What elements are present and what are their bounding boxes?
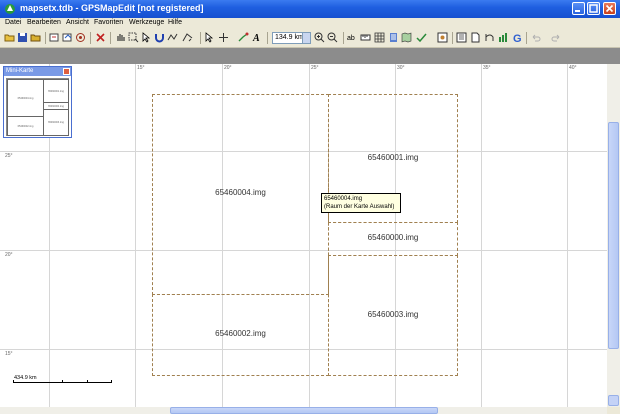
arrow-tool-icon[interactable] [141, 32, 152, 43]
mini-map-tile-label: 65460004.img [17, 97, 34, 100]
text-tool-icon[interactable]: A [252, 32, 263, 43]
mini-map-tile-label: 65460003.img [48, 121, 64, 124]
menu-werkzeuge[interactable]: Werkzeuge [129, 19, 164, 26]
menu-datei[interactable]: Datei [5, 19, 21, 26]
mini-map-body[interactable]: 65460004.img 65460001.img 65460000.img 6… [6, 78, 69, 136]
map-header-strip [0, 48, 620, 64]
tooltip-line1: 65460004.img [324, 196, 363, 202]
map-tile[interactable]: 65460003.img [328, 255, 458, 376]
mini-map-tile-label: 65460002.img [17, 125, 34, 128]
google-icon[interactable]: G [512, 32, 523, 43]
coord-label: 20° [5, 252, 13, 258]
route-tool-icon[interactable] [238, 32, 249, 43]
save-icon[interactable] [17, 32, 28, 43]
coord-label: 25° [5, 153, 13, 159]
open-folder-icon[interactable] [4, 32, 15, 43]
gps-icon[interactable] [75, 32, 86, 43]
polyline-icon[interactable] [167, 32, 178, 43]
scroll-down-icon[interactable] [608, 395, 619, 406]
menu-bearbeiten[interactable]: Bearbeiten [27, 19, 61, 26]
chevron-down-icon [302, 33, 310, 43]
mini-map-close-icon[interactable] [63, 68, 70, 75]
mini-map-tile-label: 65460001.img [48, 90, 64, 93]
app-icon [4, 3, 16, 15]
scale-select[interactable]: 134.9 km [272, 32, 311, 44]
map-tile[interactable]: 65460000.img [328, 222, 458, 256]
map-icon[interactable] [401, 32, 412, 43]
scale-select-value: 134.9 km [275, 34, 304, 41]
close-button[interactable] [603, 2, 616, 15]
scale-bar-label: 434.9 km [14, 375, 37, 381]
tile-label: 65460004.img [215, 188, 266, 197]
scroll-corner [607, 407, 620, 414]
route-alt-icon[interactable] [484, 32, 495, 43]
cursor-plus-icon[interactable] [204, 32, 215, 43]
mini-map-title: Mini-Karte [6, 68, 34, 74]
undo-icon[interactable] [530, 32, 541, 43]
waypoint-icon[interactable] [437, 32, 448, 43]
zoom-in-icon[interactable] [314, 32, 325, 43]
label-ab-icon[interactable]: ab [347, 32, 358, 43]
mini-map-window[interactable]: Mini-Karte 65460004.img 65460001.img 654… [3, 66, 72, 138]
horizontal-scrollbar[interactable] [0, 407, 607, 414]
map-tile[interactable]: 65460002.img [152, 294, 329, 376]
coord-label: 40° [569, 65, 577, 71]
ruler-icon[interactable] [360, 32, 371, 43]
folder-icon[interactable] [30, 32, 41, 43]
polygon-edit-icon[interactable] [182, 32, 193, 43]
map-canvas[interactable]: 15° 20° 25° 30° 35° 40° 25° 20° 15° 6546… [0, 64, 607, 407]
layers-icon[interactable] [388, 32, 399, 43]
horizontal-scroll-thumb[interactable] [170, 407, 438, 414]
svg-text:A: A [252, 33, 260, 43]
page-icon[interactable] [470, 32, 481, 43]
mini-map-titlebar[interactable]: Mini-Karte [4, 67, 71, 76]
tile-label: 65460000.img [367, 233, 419, 242]
chart-icon[interactable] [498, 32, 509, 43]
node-tool-icon[interactable] [218, 32, 229, 43]
zoom-select-icon[interactable] [128, 32, 139, 43]
minimize-button[interactable] [572, 2, 585, 15]
coord-label: 15° [137, 65, 145, 71]
title-bar: mapsetx.tdb - GPSMapEdit [not registered… [0, 0, 620, 18]
coord-label: 30° [397, 65, 405, 71]
import-icon[interactable] [49, 32, 60, 43]
delete-icon[interactable] [95, 32, 106, 43]
magnet-icon[interactable] [154, 32, 165, 43]
window-title: mapsetx.tdb - GPSMapEdit [not registered… [20, 3, 204, 13]
menu-favoriten[interactable]: Favoriten [94, 19, 123, 26]
mini-map-tile: 65460002.img [7, 116, 44, 136]
tooltip-line2: (Raum der Karte Auswahl) [324, 204, 395, 210]
tile-tooltip: 65460004.img (Raum der Karte Auswahl) [321, 193, 401, 213]
tile-label: 65460002.img [215, 329, 266, 338]
properties-icon[interactable] [456, 32, 467, 43]
scale-bar: 434.9 km [13, 375, 113, 385]
toolbar: A 134.9 km ab G [0, 29, 620, 48]
vertical-scroll-thumb[interactable] [608, 122, 619, 349]
mini-map-tile: 65460001.img [43, 79, 69, 103]
map-tile[interactable]: 65460004.img [152, 94, 329, 295]
check-tool-icon[interactable] [416, 32, 427, 43]
coord-label: 35° [483, 65, 491, 71]
svg-text:G: G [513, 33, 522, 43]
hand-tool-icon[interactable] [115, 32, 126, 43]
mini-map-tile: 65460004.img [7, 79, 44, 117]
menu-bar: Datei Bearbeiten Ansicht Favoriten Werkz… [0, 18, 620, 29]
maximize-button[interactable] [587, 2, 600, 15]
mini-map-tile: 65460003.img [43, 109, 69, 136]
grid-icon[interactable] [374, 32, 385, 43]
coord-label: 20° [224, 65, 232, 71]
redo-icon[interactable] [551, 32, 562, 43]
tile-label: 65460001.img [367, 153, 419, 162]
export-icon[interactable] [62, 32, 73, 43]
tile-label: 65460003.img [367, 310, 419, 319]
menu-hilfe[interactable]: Hilfe [168, 19, 182, 26]
coord-label: 15° [5, 351, 13, 357]
vertical-scrollbar[interactable] [607, 64, 620, 407]
zoom-out-icon[interactable] [327, 32, 338, 43]
coord-label: 25° [311, 65, 319, 71]
svg-text:ab: ab [347, 35, 355, 42]
mini-map-tile-label: 65460000.img [48, 105, 64, 108]
menu-ansicht[interactable]: Ansicht [66, 19, 89, 26]
